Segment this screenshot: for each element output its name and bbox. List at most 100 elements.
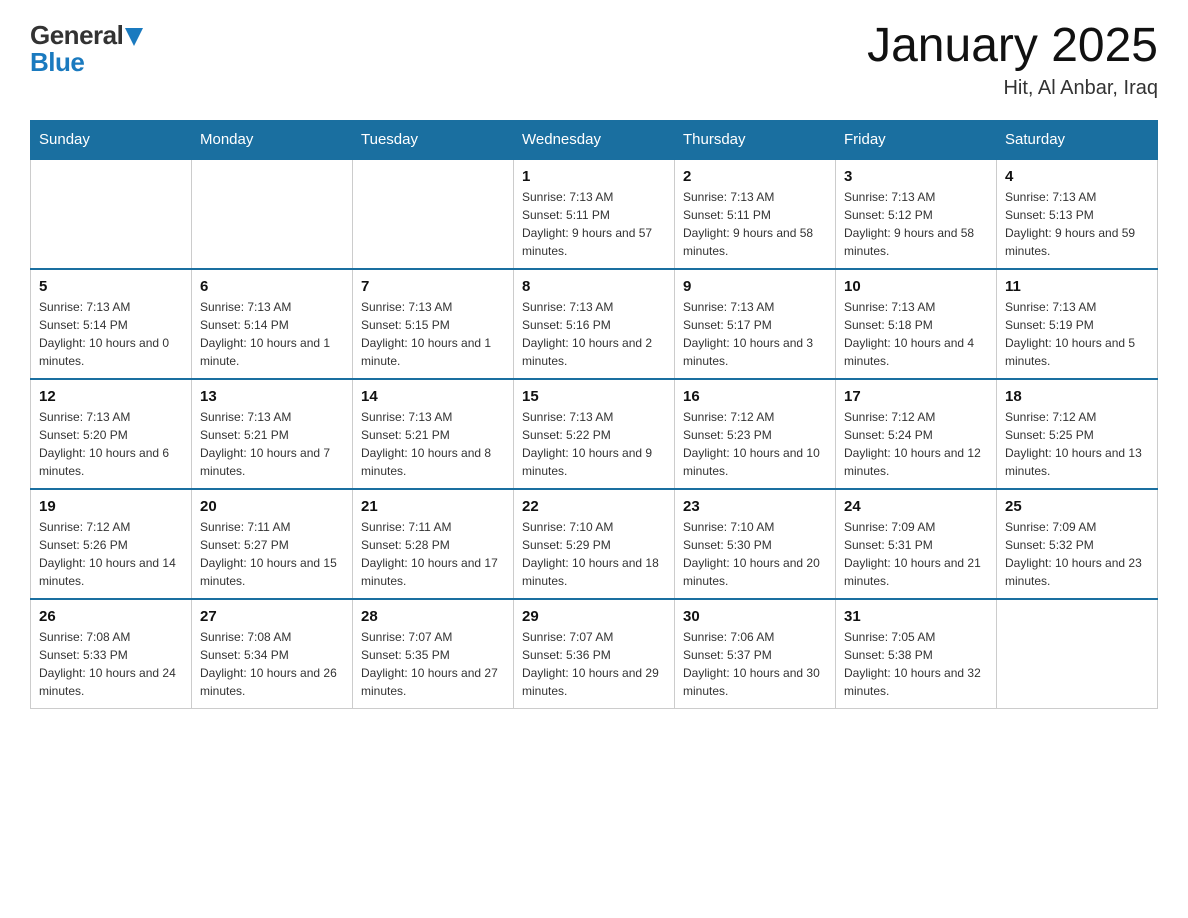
day-info: Sunrise: 7:13 AMSunset: 5:12 PMDaylight:… bbox=[844, 188, 988, 260]
day-info: Sunrise: 7:13 AMSunset: 5:21 PMDaylight:… bbox=[361, 408, 505, 480]
day-info: Sunrise: 7:05 AMSunset: 5:38 PMDaylight:… bbox=[844, 628, 988, 700]
header-monday: Monday bbox=[192, 120, 353, 159]
header-saturday: Saturday bbox=[997, 120, 1158, 159]
day-number: 12 bbox=[39, 388, 183, 405]
day-info: Sunrise: 7:13 AMSunset: 5:17 PMDaylight:… bbox=[683, 298, 827, 370]
day-number: 21 bbox=[361, 498, 505, 515]
day-info: Sunrise: 7:13 AMSunset: 5:20 PMDaylight:… bbox=[39, 408, 183, 480]
day-info: Sunrise: 7:10 AMSunset: 5:29 PMDaylight:… bbox=[522, 518, 666, 590]
table-cell: 9Sunrise: 7:13 AMSunset: 5:17 PMDaylight… bbox=[675, 269, 836, 379]
day-number: 4 bbox=[1005, 168, 1149, 185]
table-cell: 10Sunrise: 7:13 AMSunset: 5:18 PMDayligh… bbox=[836, 269, 997, 379]
table-cell: 7 Sunrise: 7:13 AMSunset: 5:15 PMDaylight… bbox=[353, 269, 514, 379]
table-cell: 19 Sunrise: 7:12 AMSunset: 5:26 PMDayligh… bbox=[31, 489, 192, 599]
day-number: 8 bbox=[522, 278, 666, 295]
table-cell: 2 Sunrise: 7:13 AMSunset: 5:11 PMDaylight… bbox=[675, 159, 836, 269]
table-cell: 6Sunrise: 7:13 AMSunset: 5:14 PMDaylight… bbox=[192, 269, 353, 379]
page-header: General Blue January 2025 Hit, Al Anbar,… bbox=[30, 20, 1158, 100]
table-cell: 15 Sunrise: 7:13 AMSunset: 5:22 PMDayligh… bbox=[514, 379, 675, 489]
table-cell: 12 Sunrise: 7:13 AMSunset: 5:20 PMDayligh… bbox=[31, 379, 192, 489]
table-cell: 31 Sunrise: 7:05 AMSunset: 5:38 PMDayligh… bbox=[836, 599, 997, 709]
table-cell: 29 Sunrise: 7:07 AMSunset: 5:36 PMDayligh… bbox=[514, 599, 675, 709]
header-friday: Friday bbox=[836, 120, 997, 159]
day-info: Sunrise: 7:08 AMSunset: 5:33 PMDaylight:… bbox=[39, 628, 183, 700]
day-info: Sunrise: 7:13 AMSunset: 5:19 PMDaylight:… bbox=[1005, 298, 1149, 370]
table-cell: 28Sunrise: 7:07 AMSunset: 5:35 PMDayligh… bbox=[353, 599, 514, 709]
table-cell: 16 Sunrise: 7:12 AMSunset: 5:23 PMDayligh… bbox=[675, 379, 836, 489]
day-number: 24 bbox=[844, 498, 988, 515]
table-cell bbox=[31, 159, 192, 269]
day-info: Sunrise: 7:06 AMSunset: 5:37 PMDaylight:… bbox=[683, 628, 827, 700]
day-number: 23 bbox=[683, 498, 827, 515]
day-info: Sunrise: 7:13 AMSunset: 5:11 PMDaylight:… bbox=[683, 188, 827, 260]
day-info: Sunrise: 7:13 AMSunset: 5:16 PMDaylight:… bbox=[522, 298, 666, 370]
week-row-4: 19 Sunrise: 7:12 AMSunset: 5:26 PMDayligh… bbox=[31, 489, 1158, 599]
table-cell: 1Sunrise: 7:13 AMSunset: 5:11 PMDaylight… bbox=[514, 159, 675, 269]
day-info: Sunrise: 7:13 AMSunset: 5:15 PMDaylight:… bbox=[361, 298, 505, 370]
week-row-1: 1Sunrise: 7:13 AMSunset: 5:11 PMDaylight… bbox=[31, 159, 1158, 269]
day-number: 7 bbox=[361, 278, 505, 295]
day-info: Sunrise: 7:13 AMSunset: 5:13 PMDaylight:… bbox=[1005, 188, 1149, 260]
day-number: 13 bbox=[200, 388, 344, 405]
calendar-header-row: SundayMondayTuesdayWednesdayThursdayFrid… bbox=[31, 120, 1158, 159]
table-cell: 5Sunrise: 7:13 AMSunset: 5:14 PMDaylight… bbox=[31, 269, 192, 379]
calendar-table: SundayMondayTuesdayWednesdayThursdayFrid… bbox=[30, 120, 1158, 710]
table-cell: 18 Sunrise: 7:12 AMSunset: 5:25 PMDayligh… bbox=[997, 379, 1158, 489]
day-number: 25 bbox=[1005, 498, 1149, 515]
table-cell: 17 Sunrise: 7:12 AMSunset: 5:24 PMDayligh… bbox=[836, 379, 997, 489]
day-info: Sunrise: 7:07 AMSunset: 5:36 PMDaylight:… bbox=[522, 628, 666, 700]
day-info: Sunrise: 7:12 AMSunset: 5:24 PMDaylight:… bbox=[844, 408, 988, 480]
week-row-5: 26Sunrise: 7:08 AMSunset: 5:33 PMDayligh… bbox=[31, 599, 1158, 709]
day-number: 29 bbox=[522, 608, 666, 625]
week-row-2: 5 Sunrise: 7:13 AMSunset: 5:14 PMDaylight… bbox=[31, 269, 1158, 379]
day-number: 22 bbox=[522, 498, 666, 515]
table-cell: 20Sunrise: 7:11 AMSunset: 5:27 PMDayligh… bbox=[192, 489, 353, 599]
logo: General Blue bbox=[30, 20, 143, 78]
day-info: Sunrise: 7:09 AMSunset: 5:31 PMDaylight:… bbox=[844, 518, 988, 590]
day-info: Sunrise: 7:08 AMSunset: 5:34 PMDaylight:… bbox=[200, 628, 344, 700]
day-number: 5 bbox=[39, 278, 183, 295]
day-number: 3 bbox=[844, 168, 988, 185]
calendar-subtitle: Hit, Al Anbar, Iraq bbox=[867, 77, 1158, 100]
table-cell: 3 Sunrise: 7:13 AMSunset: 5:12 PMDaylight… bbox=[836, 159, 997, 269]
day-info: Sunrise: 7:12 AMSunset: 5:26 PMDaylight:… bbox=[39, 518, 183, 590]
header-tuesday: Tuesday bbox=[353, 120, 514, 159]
table-cell: 22 Sunrise: 7:10 AMSunset: 5:29 PMDayligh… bbox=[514, 489, 675, 599]
logo-blue-text: Blue bbox=[30, 47, 84, 78]
table-cell: 11 Sunrise: 7:13 AMSunset: 5:19 PMDayligh… bbox=[997, 269, 1158, 379]
calendar-title: January 2025 bbox=[867, 20, 1158, 73]
day-number: 17 bbox=[844, 388, 988, 405]
table-cell: 23 Sunrise: 7:10 AMSunset: 5:30 PMDayligh… bbox=[675, 489, 836, 599]
table-cell: 14Sunrise: 7:13 AMSunset: 5:21 PMDayligh… bbox=[353, 379, 514, 489]
table-cell bbox=[192, 159, 353, 269]
table-cell: 25 Sunrise: 7:09 AMSunset: 5:32 PMDayligh… bbox=[997, 489, 1158, 599]
day-number: 2 bbox=[683, 168, 827, 185]
table-cell bbox=[997, 599, 1158, 709]
day-info: Sunrise: 7:11 AMSunset: 5:28 PMDaylight:… bbox=[361, 518, 505, 590]
table-cell: 21 Sunrise: 7:11 AMSunset: 5:28 PMDayligh… bbox=[353, 489, 514, 599]
day-number: 31 bbox=[844, 608, 988, 625]
header-wednesday: Wednesday bbox=[514, 120, 675, 159]
day-info: Sunrise: 7:12 AMSunset: 5:25 PMDaylight:… bbox=[1005, 408, 1149, 480]
day-number: 19 bbox=[39, 498, 183, 515]
day-number: 16 bbox=[683, 388, 827, 405]
table-cell: 27 Sunrise: 7:08 AMSunset: 5:34 PMDayligh… bbox=[192, 599, 353, 709]
day-number: 20 bbox=[200, 498, 344, 515]
day-info: Sunrise: 7:13 AMSunset: 5:21 PMDaylight:… bbox=[200, 408, 344, 480]
day-info: Sunrise: 7:13 AMSunset: 5:14 PMDaylight:… bbox=[200, 298, 344, 370]
table-cell: 8 Sunrise: 7:13 AMSunset: 5:16 PMDaylight… bbox=[514, 269, 675, 379]
table-cell: 26Sunrise: 7:08 AMSunset: 5:33 PMDayligh… bbox=[31, 599, 192, 709]
day-number: 18 bbox=[1005, 388, 1149, 405]
day-number: 30 bbox=[683, 608, 827, 625]
day-info: Sunrise: 7:10 AMSunset: 5:30 PMDaylight:… bbox=[683, 518, 827, 590]
day-info: Sunrise: 7:13 AMSunset: 5:22 PMDaylight:… bbox=[522, 408, 666, 480]
header-sunday: Sunday bbox=[31, 120, 192, 159]
day-number: 15 bbox=[522, 388, 666, 405]
header-thursday: Thursday bbox=[675, 120, 836, 159]
day-info: Sunrise: 7:12 AMSunset: 5:23 PMDaylight:… bbox=[683, 408, 827, 480]
logo-triangle-icon bbox=[125, 28, 143, 46]
day-number: 27 bbox=[200, 608, 344, 625]
day-number: 11 bbox=[1005, 278, 1149, 295]
day-info: Sunrise: 7:09 AMSunset: 5:32 PMDaylight:… bbox=[1005, 518, 1149, 590]
day-info: Sunrise: 7:07 AMSunset: 5:35 PMDaylight:… bbox=[361, 628, 505, 700]
